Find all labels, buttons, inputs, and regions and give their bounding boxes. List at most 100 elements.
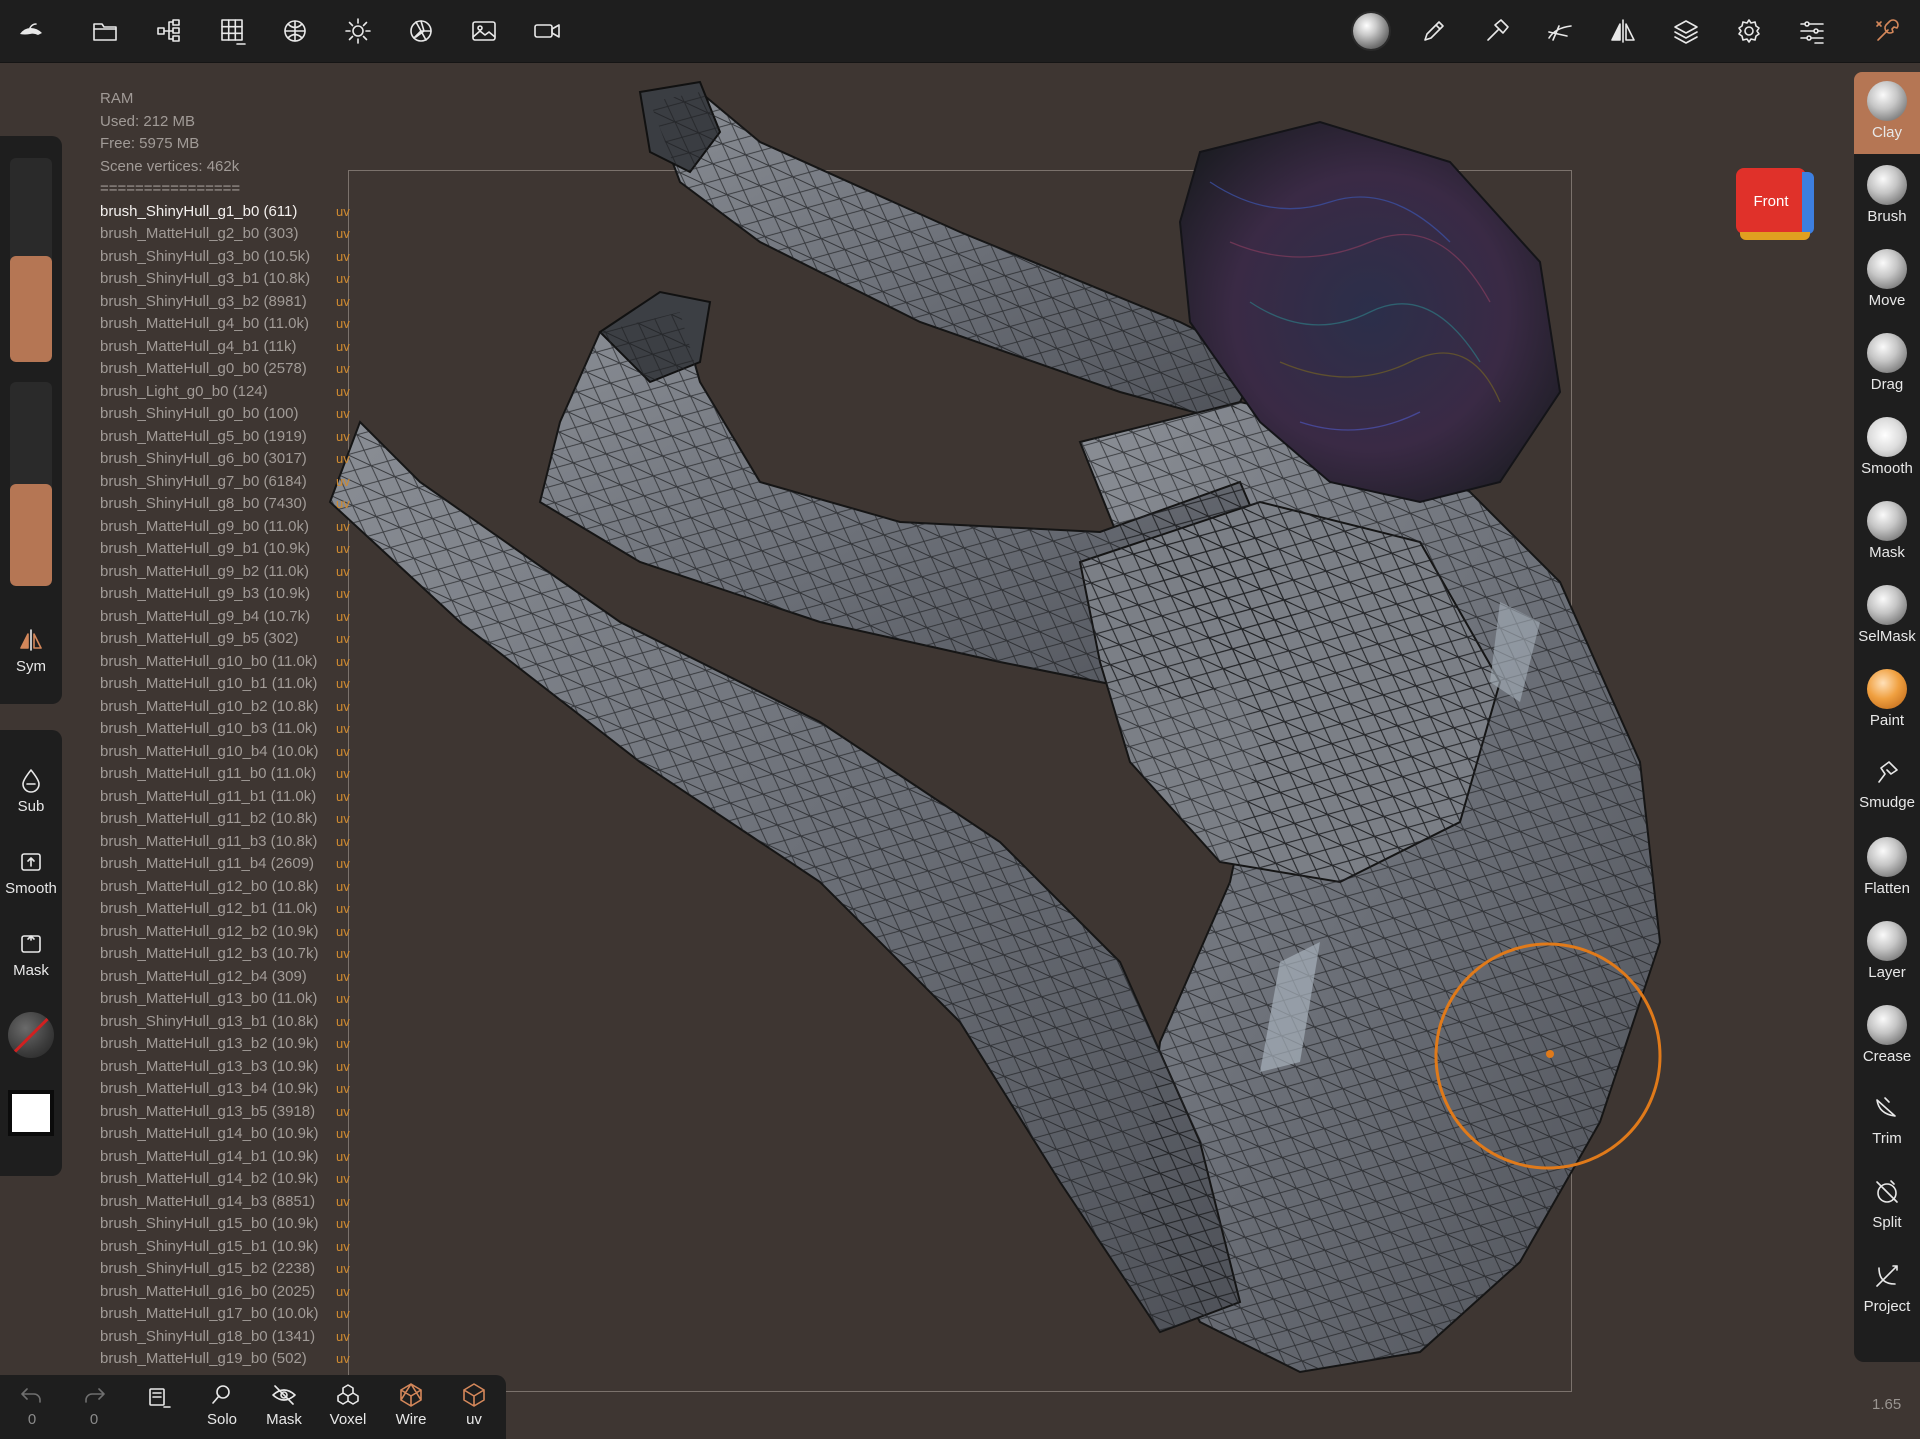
tool-brush[interactable]: Brush: [1854, 156, 1920, 238]
mesh-row[interactable]: brush_MatteHull_g9_b5 (302) uv: [100, 628, 360, 651]
uv-tag[interactable]: uv: [336, 471, 350, 494]
mesh-row[interactable]: brush_MatteHull_g12_b0 (10.8k) uv: [100, 876, 360, 899]
uv-tag[interactable]: uv: [336, 876, 350, 899]
mesh-row[interactable]: brush_ShinyHull_g3_b1 (10.8k) uv: [100, 268, 360, 291]
view-cube-front[interactable]: Front: [1736, 168, 1806, 234]
notes-button[interactable]: [128, 1381, 188, 1411]
mesh-row[interactable]: brush_MatteHull_g9_b2 (11.0k) uv: [100, 561, 360, 584]
mesh-row[interactable]: brush_ShinyHull_g6_b0 (3017) uv: [100, 448, 360, 471]
shading-icon[interactable]: [400, 10, 442, 52]
tool-trim[interactable]: Trim: [1854, 1080, 1920, 1162]
mesh-row[interactable]: brush_MatteHull_g10_b2 (10.8k) uv: [100, 696, 360, 719]
uv-tag[interactable]: uv: [336, 1213, 350, 1236]
sym-button[interactable]: Sym: [0, 626, 62, 675]
voxel-button[interactable]: Voxel: [318, 1381, 378, 1428]
uv-tag[interactable]: uv: [336, 943, 350, 966]
uv-tag[interactable]: uv: [336, 1033, 350, 1056]
tool-layer[interactable]: Layer: [1854, 912, 1920, 994]
tool-flatten[interactable]: Flatten: [1854, 828, 1920, 910]
uv-tag[interactable]: uv: [336, 1326, 350, 1349]
uv-tag[interactable]: uv: [336, 223, 350, 246]
uv-tag[interactable]: uv: [336, 1123, 350, 1146]
tool-smooth[interactable]: Smooth: [1854, 408, 1920, 490]
uv-tag[interactable]: uv: [336, 1146, 350, 1169]
uv-tag[interactable]: uv: [336, 1168, 350, 1191]
mesh-row[interactable]: brush_MatteHull_g13_b3 (10.9k) uv: [100, 1056, 360, 1079]
uv-tag[interactable]: uv: [336, 1056, 350, 1079]
uv-tag[interactable]: uv: [336, 988, 350, 1011]
mesh-row[interactable]: brush_ShinyHull_g0_b0 (100) uv: [100, 403, 360, 426]
uv-tag[interactable]: uv: [336, 1348, 350, 1371]
stroke-pen-icon[interactable]: [1413, 10, 1455, 52]
uv-tag[interactable]: uv: [336, 538, 350, 561]
uv-tag[interactable]: uv: [336, 808, 350, 831]
mesh-row[interactable]: brush_ShinyHull_g18_b0 (1341) uv: [100, 1326, 360, 1349]
uv-tag[interactable]: uv: [336, 583, 350, 606]
uv-tag[interactable]: uv: [336, 763, 350, 786]
solo-button[interactable]: Solo: [192, 1381, 252, 1428]
redo-button[interactable]: 0: [64, 1381, 124, 1428]
uv-tag[interactable]: uv: [336, 1191, 350, 1214]
scene-tree-icon[interactable]: [148, 10, 190, 52]
uv-tag[interactable]: uv: [336, 201, 350, 224]
tool-move[interactable]: Move: [1854, 240, 1920, 322]
mask-toggle-button[interactable]: Mask: [254, 1381, 314, 1428]
intensity-slider[interactable]: [10, 382, 52, 586]
tool-smudge[interactable]: Smudge: [1854, 744, 1920, 826]
light-icon[interactable]: [337, 10, 379, 52]
mesh-row[interactable]: brush_ShinyHull_g15_b1 (10.9k) uv: [100, 1236, 360, 1259]
uv-tag[interactable]: uv: [336, 853, 350, 876]
mesh-row[interactable]: brush_MatteHull_g13_b2 (10.9k) uv: [100, 1033, 360, 1056]
uv-tag[interactable]: uv: [336, 718, 350, 741]
mesh-row[interactable]: brush_ShinyHull_g8_b0 (7430) uv: [100, 493, 360, 516]
uv-tag[interactable]: uv: [336, 1078, 350, 1101]
image-icon[interactable]: [463, 10, 505, 52]
mesh-row[interactable]: brush_MatteHull_g14_b0 (10.9k) uv: [100, 1123, 360, 1146]
mesh-row[interactable]: brush_MatteHull_g12_b1 (11.0k) uv: [100, 898, 360, 921]
mesh-row[interactable]: brush_MatteHull_g10_b3 (11.0k) uv: [100, 718, 360, 741]
nomad-logo-icon[interactable]: [10, 10, 52, 52]
uv-button[interactable]: uv: [444, 1381, 504, 1428]
mask-button[interactable]: Mask: [0, 930, 62, 979]
uv-tag[interactable]: uv: [336, 898, 350, 921]
mesh-row[interactable]: brush_MatteHull_g4_b0 (11.0k) uv: [100, 313, 360, 336]
mesh-row[interactable]: brush_MatteHull_g9_b1 (10.9k) uv: [100, 538, 360, 561]
uv-tag[interactable]: uv: [336, 1303, 350, 1326]
mesh-row[interactable]: brush_MatteHull_g9_b3 (10.9k) uv: [100, 583, 360, 606]
tool-crease[interactable]: Crease: [1854, 996, 1920, 1078]
tool-selmask[interactable]: SelMask: [1854, 576, 1920, 658]
sub-button[interactable]: Sub: [0, 766, 62, 815]
layers-icon[interactable]: [1665, 10, 1707, 52]
uv-tag[interactable]: uv: [336, 786, 350, 809]
uv-tag[interactable]: uv: [336, 403, 350, 426]
uv-tag[interactable]: uv: [336, 741, 350, 764]
uv-tag[interactable]: uv: [336, 291, 350, 314]
settings-icon[interactable]: [1728, 10, 1770, 52]
uv-tag[interactable]: uv: [336, 921, 350, 944]
mesh-row[interactable]: brush_ShinyHull_g3_b0 (10.5k) uv: [100, 246, 360, 269]
uv-tag[interactable]: uv: [336, 1258, 350, 1281]
mesh-row[interactable]: brush_ShinyHull_g3_b2 (8981) uv: [100, 291, 360, 314]
view-cube[interactable]: Front: [1736, 168, 1816, 242]
uv-tag[interactable]: uv: [336, 493, 350, 516]
material-ball-icon[interactable]: [1350, 10, 1392, 52]
tool-drag[interactable]: Drag: [1854, 324, 1920, 406]
mesh-row[interactable]: brush_MatteHull_g11_b1 (11.0k) uv: [100, 786, 360, 809]
uv-tag[interactable]: uv: [336, 561, 350, 584]
color-swatch[interactable]: [8, 1090, 54, 1136]
uv-tag[interactable]: uv: [336, 448, 350, 471]
uv-tag[interactable]: uv: [336, 1281, 350, 1304]
uv-tag[interactable]: uv: [336, 831, 350, 854]
folder-icon[interactable]: [84, 10, 126, 52]
mesh-row[interactable]: brush_MatteHull_g16_b0 (2025) uv: [100, 1281, 360, 1304]
mesh-row[interactable]: brush_MatteHull_g14_b2 (10.9k) uv: [100, 1168, 360, 1191]
radius-slider[interactable]: [10, 158, 52, 362]
mesh-row[interactable]: brush_MatteHull_g2_b0 (303) uv: [100, 223, 360, 246]
wrench-icon[interactable]: [1866, 10, 1908, 52]
mesh-row[interactable]: brush_MatteHull_g4_b1 (11k) uv: [100, 336, 360, 359]
mesh-row[interactable]: brush_Light_g0_b0 (124) uv: [100, 381, 360, 404]
grid-icon[interactable]: [211, 10, 253, 52]
uv-tag[interactable]: uv: [336, 966, 350, 989]
mesh-row[interactable]: brush_MatteHull_g5_b0 (1919) uv: [100, 426, 360, 449]
mesh-row[interactable]: brush_ShinyHull_g7_b0 (6184) uv: [100, 471, 360, 494]
